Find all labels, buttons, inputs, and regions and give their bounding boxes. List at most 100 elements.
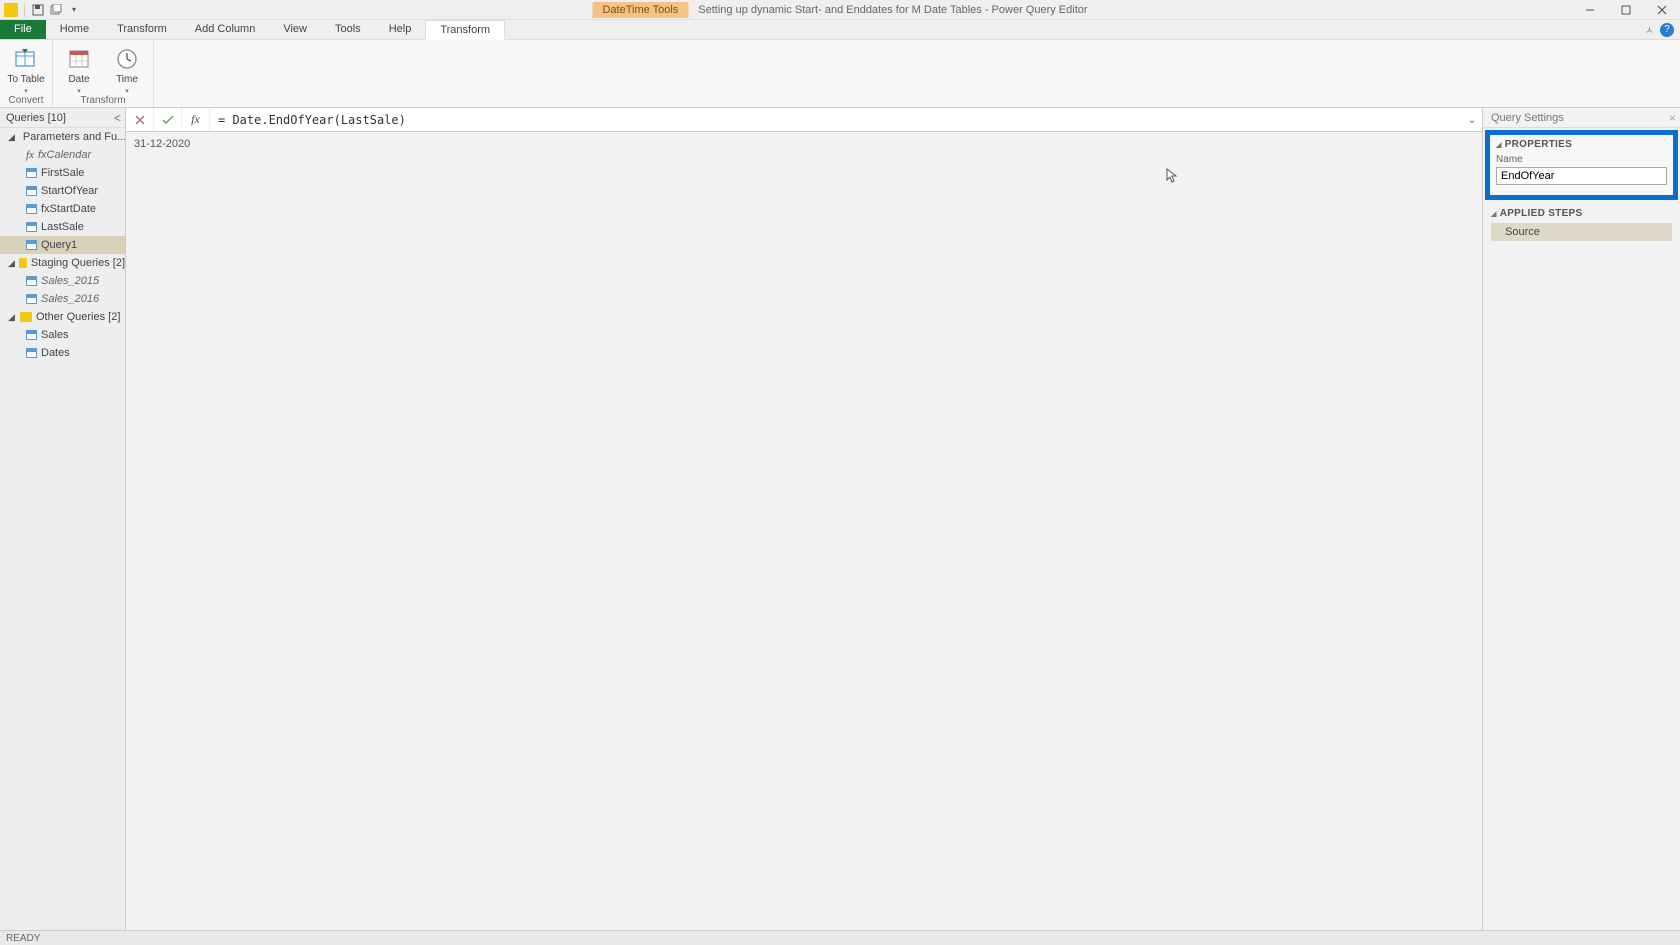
- table-icon: [26, 204, 37, 214]
- query-name-input[interactable]: [1496, 167, 1667, 185]
- formula-bar: fx ⌄: [126, 108, 1482, 132]
- table-icon: [26, 186, 37, 196]
- queries-header: Queries [10] <: [0, 108, 125, 128]
- ribbon-group-transform-label: Transform: [80, 95, 125, 108]
- name-label: Name: [1496, 154, 1667, 165]
- properties-highlight: PROPERTIES Name: [1485, 130, 1678, 200]
- query-group[interactable]: ◢ Staging Queries [2]: [0, 254, 125, 272]
- tab-transform[interactable]: Transform: [103, 20, 181, 39]
- date-dropdown-icon: ▾: [77, 87, 81, 95]
- query-settings-header: Query Settings ×: [1483, 108, 1680, 128]
- query-group-label: Staging Queries [2]: [31, 257, 125, 269]
- minimize-button[interactable]: [1572, 0, 1608, 20]
- queries-list: ◢ Parameters and Fu... fx fxCalendar FirstSa…: [0, 128, 125, 930]
- table-icon: [26, 276, 37, 286]
- time-button[interactable]: Time ▾: [107, 46, 147, 95]
- menu-tabs: File Home Transform Add Column View Tool…: [0, 20, 1680, 40]
- query-item[interactable]: StartOfYear: [0, 182, 125, 200]
- formula-fx-icon[interactable]: fx: [182, 108, 210, 131]
- date-label: Date: [68, 74, 89, 85]
- query-group[interactable]: ◢ Parameters and Fu...: [0, 128, 125, 146]
- query-item[interactable]: FirstSale: [0, 164, 125, 182]
- maximize-button[interactable]: [1608, 0, 1644, 20]
- data-area: 31-12-2020: [126, 132, 1482, 930]
- expand-icon: ◢: [8, 312, 16, 323]
- close-button[interactable]: [1644, 0, 1680, 20]
- queries-panel: Queries [10] < ◢Parameters and Fu...fxfx…: [0, 108, 126, 930]
- queries-title: Queries [10]: [6, 112, 66, 124]
- query-group-label: Parameters and Fu...: [23, 131, 125, 143]
- query-item[interactable]: Sales_2015: [0, 272, 125, 290]
- window-title: Setting up dynamic Start- and Enddates f…: [698, 4, 1087, 16]
- app-icon: [4, 3, 18, 17]
- folder-icon: [20, 312, 32, 322]
- status-bar: READY: [0, 930, 1680, 945]
- query-item[interactable]: Dates: [0, 344, 125, 362]
- query-group-label: Other Queries [2]: [36, 311, 120, 323]
- help-icon[interactable]: ?: [1660, 23, 1674, 37]
- ribbon-group-transform: Date ▾ Time ▾ Transform: [53, 40, 154, 107]
- title-bar: ▾ DateTime Tools Setting up dynamic Star…: [0, 0, 1680, 20]
- tab-add-column[interactable]: Add Column: [181, 20, 270, 39]
- table-icon: [26, 168, 37, 178]
- expand-icon: ◢: [8, 258, 15, 269]
- table-icon: [26, 240, 37, 250]
- options-icon[interactable]: [49, 3, 63, 17]
- to-table-button[interactable]: To Table ▾: [6, 46, 46, 95]
- query-item-label: Sales: [41, 329, 69, 341]
- time-dropdown-icon: ▾: [125, 87, 129, 95]
- ribbon: To Table ▾ Convert Date ▾: [0, 40, 1680, 108]
- time-label: Time: [116, 74, 138, 85]
- formula-cancel-button[interactable]: [126, 108, 154, 131]
- table-icon: [26, 348, 37, 358]
- query-settings-panel: Query Settings × PROPERTIES Name APPLIED…: [1482, 108, 1680, 930]
- ribbon-collapse-icon[interactable]: ㅅ: [1645, 22, 1654, 37]
- query-item-label: Sales_2016: [41, 293, 99, 305]
- query-item-label: Query1: [41, 239, 77, 251]
- to-table-label: To Table: [7, 74, 44, 85]
- table-icon: [26, 294, 37, 304]
- tab-tools[interactable]: Tools: [321, 20, 375, 39]
- formula-expand-icon[interactable]: ⌄: [1462, 113, 1482, 126]
- query-item[interactable]: Sales: [0, 326, 125, 344]
- query-item[interactable]: fxStartDate: [0, 200, 125, 218]
- queries-collapse-icon[interactable]: <: [114, 111, 121, 125]
- context-tab-label: DateTime Tools: [592, 2, 688, 18]
- save-icon[interactable]: [31, 3, 45, 17]
- query-settings-title: Query Settings: [1491, 112, 1564, 124]
- query-item-label: fxCalendar: [38, 149, 91, 161]
- qat-dropdown-icon[interactable]: ▾: [67, 3, 81, 17]
- expand-icon: ◢: [8, 132, 15, 143]
- folder-icon: [19, 258, 27, 268]
- query-item[interactable]: Sales_2016: [0, 290, 125, 308]
- query-item[interactable]: LastSale: [0, 218, 125, 236]
- table-icon: [26, 330, 37, 340]
- query-group[interactable]: ◢ Other Queries [2]: [0, 308, 125, 326]
- applied-step[interactable]: Source: [1491, 223, 1672, 241]
- query-item-label: FirstSale: [41, 167, 84, 179]
- cursor-indicator: [1166, 168, 1178, 184]
- query-item-label: LastSale: [41, 221, 84, 233]
- query-item-label: Sales_2015: [41, 275, 99, 287]
- query-item[interactable]: fx fxCalendar: [0, 146, 125, 164]
- ribbon-group-convert-label: Convert: [8, 95, 43, 108]
- tab-file[interactable]: File: [0, 20, 46, 39]
- tab-view[interactable]: View: [269, 20, 321, 39]
- tab-home[interactable]: Home: [46, 20, 103, 39]
- applied-steps-section: APPLIED STEPS Source: [1483, 202, 1680, 247]
- tab-context-transform[interactable]: Transform: [425, 20, 505, 40]
- ribbon-group-convert: To Table ▾ Convert: [0, 40, 53, 107]
- steps-list: Source: [1491, 223, 1672, 241]
- applied-steps-title: APPLIED STEPS: [1491, 208, 1672, 219]
- date-button[interactable]: Date ▾: [59, 46, 99, 95]
- query-item[interactable]: Query1: [0, 236, 125, 254]
- query-settings-close-icon[interactable]: ×: [1669, 111, 1676, 125]
- query-item-label: StartOfYear: [41, 185, 98, 197]
- tab-help[interactable]: Help: [375, 20, 426, 39]
- formula-input[interactable]: [210, 113, 1462, 127]
- date-icon: [66, 46, 92, 72]
- formula-accept-button[interactable]: [154, 108, 182, 131]
- result-value: 31-12-2020: [134, 138, 190, 150]
- query-item-label: Dates: [41, 347, 70, 359]
- function-icon: fx: [26, 149, 34, 161]
